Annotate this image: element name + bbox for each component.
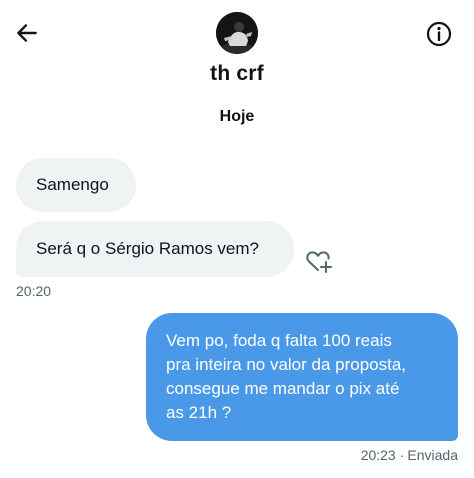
info-icon [426,21,452,47]
incoming-message-bubble[interactable]: Samengo [16,158,136,212]
outgoing-message-bubble[interactable]: Vem po, foda q falta 100 reais pra intei… [146,313,458,441]
add-reaction-heart-icon [306,251,332,273]
message-timestamp: 20:23 [360,447,396,463]
separator-dot: · [399,447,405,463]
message-text: Samengo [36,175,109,194]
avatar[interactable] [216,12,258,54]
message-text-line: as 21h ? [166,403,232,422]
add-reaction-button[interactable] [304,246,334,276]
message-text-line: consegue me mandar o pix até [166,379,400,398]
message-text: Será q o Sérgio Ramos vem? [36,239,259,258]
contact-name[interactable]: th crf [0,62,474,86]
arrow-left-icon [17,24,37,42]
message-text-line: pra inteira no valor da proposta, [166,355,407,374]
message-status: 20:23 · Enviada [361,447,458,463]
delivery-status: Enviada [407,447,458,463]
message-text-line: Vem po, foda q falta 100 reais [166,331,392,350]
message-timestamp: 20:20 [16,283,52,299]
back-button[interactable] [12,18,42,48]
incoming-message-bubble[interactable]: Será q o Sérgio Ramos vem? [16,221,294,277]
conversation-info-button[interactable] [424,19,454,49]
dm-conversation-screen: th crf Hoje Samengo Será q o Sérgio Ramo… [0,0,474,478]
profile-photo [216,12,258,54]
date-separator: Hoje [219,108,255,125]
